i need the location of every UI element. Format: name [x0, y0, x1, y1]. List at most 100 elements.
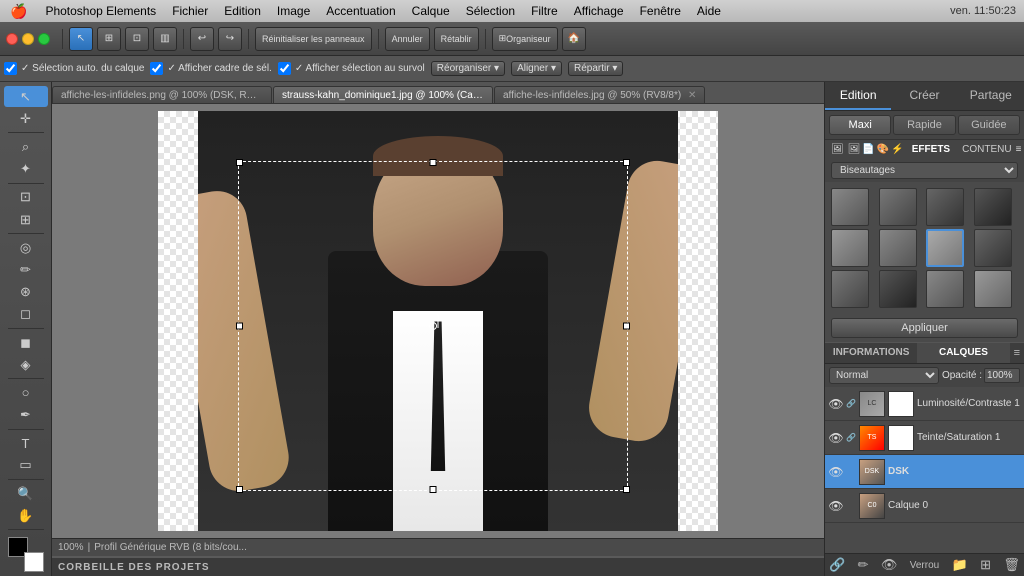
retablir-button[interactable]: Rétablir: [434, 27, 479, 51]
effects-icon-4[interactable]: ⚡: [891, 144, 903, 155]
layer-item-0[interactable]: 👁 🔗 LC Luminosité/Contraste 1: [825, 387, 1024, 421]
effect-8[interactable]: [831, 270, 869, 308]
panel-tab-creer[interactable]: Créer: [891, 82, 957, 110]
menu-filtre[interactable]: Filtre: [523, 4, 566, 18]
effect-1[interactable]: [879, 188, 917, 226]
layers-tab-informations[interactable]: INFORMATIONS: [825, 343, 917, 363]
layer-item-1[interactable]: 👁 🔗 TS Teinte/Saturation 1: [825, 421, 1024, 455]
layer-item-2[interactable]: 👁 DSK DSK: [825, 455, 1024, 489]
layer-new-icon[interactable]: ✏: [858, 557, 869, 573]
tool-pen[interactable]: ✒: [4, 404, 48, 425]
reorganiser-button[interactable]: Réorganiser ▾: [431, 61, 505, 76]
opacity-input[interactable]: [984, 368, 1020, 383]
effect-9[interactable]: [879, 270, 917, 308]
menu-edition[interactable]: Edition: [216, 4, 269, 18]
layer-eye-icon[interactable]: 👁: [881, 557, 898, 573]
afficher-cadre-checkbox[interactable]: ✓ Afficher cadre de sél.: [150, 62, 271, 75]
layer-visibility-2[interactable]: 👁: [829, 465, 843, 479]
menu-image[interactable]: Image: [269, 4, 318, 18]
organiseur-button[interactable]: ⊞ Organiseur: [492, 27, 558, 51]
menu-aide[interactable]: Aide: [689, 4, 729, 18]
tool-eyedropper[interactable]: 🔍: [4, 483, 48, 504]
selection-auto-checkbox[interactable]: ✓ Sélection auto. du calque: [4, 62, 144, 75]
menu-accentuation[interactable]: Accentuation: [318, 4, 403, 18]
canvas[interactable]: [158, 111, 718, 531]
tool-lasso[interactable]: ⌕: [4, 136, 48, 157]
tool-redo[interactable]: ↪: [218, 27, 242, 51]
panel-menu-icon[interactable]: ≡: [1016, 144, 1022, 155]
afficher-selection-checkbox[interactable]: ✓ Afficher sélection au survol: [278, 62, 425, 75]
tool-magic[interactable]: ✦: [4, 159, 48, 180]
tool-eraser[interactable]: ◻: [4, 304, 48, 325]
close-button[interactable]: [6, 33, 18, 45]
tool-text[interactable]: T: [4, 433, 48, 454]
tab-2-close[interactable]: ✕: [688, 90, 696, 101]
effects-icon-2[interactable]: 📄: [862, 144, 874, 155]
tool-grid[interactable]: ⊞: [97, 27, 121, 51]
annuler-button[interactable]: Annuler: [385, 27, 430, 51]
tool-shape[interactable]: ▭: [4, 455, 48, 476]
home-icon[interactable]: 🏠: [562, 27, 586, 51]
tool-move[interactable]: ✛: [4, 108, 48, 129]
tool-dodge[interactable]: ○: [4, 382, 48, 403]
effect-3[interactable]: [974, 188, 1012, 226]
mode-tab-rapide[interactable]: Rapide: [893, 115, 955, 135]
menu-affichage[interactable]: Affichage: [566, 4, 632, 18]
panel-tab-partage[interactable]: Partage: [958, 82, 1024, 110]
effects-icon-1[interactable]: 🖼: [848, 144, 861, 155]
menu-selection[interactable]: Sélection: [458, 4, 523, 18]
reset-panels-button[interactable]: Réinitialiser les panneaux: [255, 27, 372, 51]
effect-10[interactable]: [926, 270, 964, 308]
layer-folder-icon[interactable]: 📁: [952, 557, 968, 573]
mode-tab-maxi[interactable]: Maxi: [829, 115, 891, 135]
effects-icon-3[interactable]: 🎨: [877, 144, 889, 155]
layers-menu-icon[interactable]: ≡: [1010, 343, 1024, 363]
repartir-button[interactable]: Répartir ▾: [568, 61, 623, 76]
tool-gradient[interactable]: ◼: [4, 332, 48, 353]
panel-tab-edition[interactable]: Edition: [825, 82, 891, 110]
effect-7[interactable]: [974, 229, 1012, 267]
menu-calque[interactable]: Calque: [404, 4, 458, 18]
tool-crop[interactable]: ⊡: [125, 27, 149, 51]
background-color[interactable]: [24, 552, 44, 572]
tool-blur[interactable]: ◈: [4, 354, 48, 375]
tool-clone[interactable]: ⊛: [4, 282, 48, 303]
tool-crop[interactable]: ⊡: [4, 187, 48, 208]
tab-2[interactable]: affiche-les-infideles.jpg @ 50% (RV8/8*)…: [494, 86, 705, 103]
effect-0[interactable]: [831, 188, 869, 226]
apple-menu[interactable]: 🍎: [0, 3, 37, 20]
color-swatches[interactable]: [8, 537, 44, 572]
layer-link-icon[interactable]: 🔗: [829, 557, 845, 573]
tab-1[interactable]: strauss-kahn_dominique1.jpg @ 100% (Calq…: [273, 86, 493, 103]
effect-11[interactable]: [974, 270, 1012, 308]
tab-0[interactable]: affiche-les-infideles.png @ 100% (DSK, R…: [52, 86, 272, 103]
effect-5[interactable]: [879, 229, 917, 267]
tool-selection[interactable]: ↖: [4, 86, 48, 107]
biseautages-select[interactable]: Biseautages: [831, 162, 1018, 179]
layer-new-layer-icon[interactable]: ⊞: [980, 557, 991, 573]
tool-layers[interactable]: ▥: [153, 27, 177, 51]
tool-heal[interactable]: ◎: [4, 237, 48, 258]
layer-visibility-1[interactable]: 👁: [829, 431, 843, 445]
apply-button[interactable]: Appliquer: [831, 318, 1018, 338]
layers-tab-calques[interactable]: CALQUES: [917, 343, 1009, 363]
mode-tab-guidee[interactable]: Guidée: [958, 115, 1020, 135]
minimize-button[interactable]: [22, 33, 34, 45]
effect-2[interactable]: [926, 188, 964, 226]
layer-item-3[interactable]: 👁 C0 Calque 0: [825, 489, 1024, 523]
tool-slice[interactable]: ⊞: [4, 209, 48, 230]
tool-brush[interactable]: ✏: [4, 259, 48, 280]
menu-fenetre[interactable]: Fenêtre: [632, 4, 689, 18]
maximize-button[interactable]: [38, 33, 50, 45]
tool-arrow[interactable]: ↖: [69, 27, 93, 51]
layer-visibility-3[interactable]: 👁: [829, 499, 843, 513]
menu-fichier[interactable]: Fichier: [164, 4, 216, 18]
layer-trash-icon[interactable]: 🗑: [1003, 557, 1020, 573]
aligner-button[interactable]: Aligner ▾: [511, 61, 562, 76]
effect-6[interactable]: [926, 229, 964, 267]
blend-mode-select[interactable]: Normal: [829, 367, 939, 384]
tool-hand[interactable]: ✋: [4, 505, 48, 526]
tool-undo[interactable]: ↩: [190, 27, 214, 51]
layer-visibility-0[interactable]: 👁: [829, 397, 843, 411]
effect-4[interactable]: [831, 229, 869, 267]
